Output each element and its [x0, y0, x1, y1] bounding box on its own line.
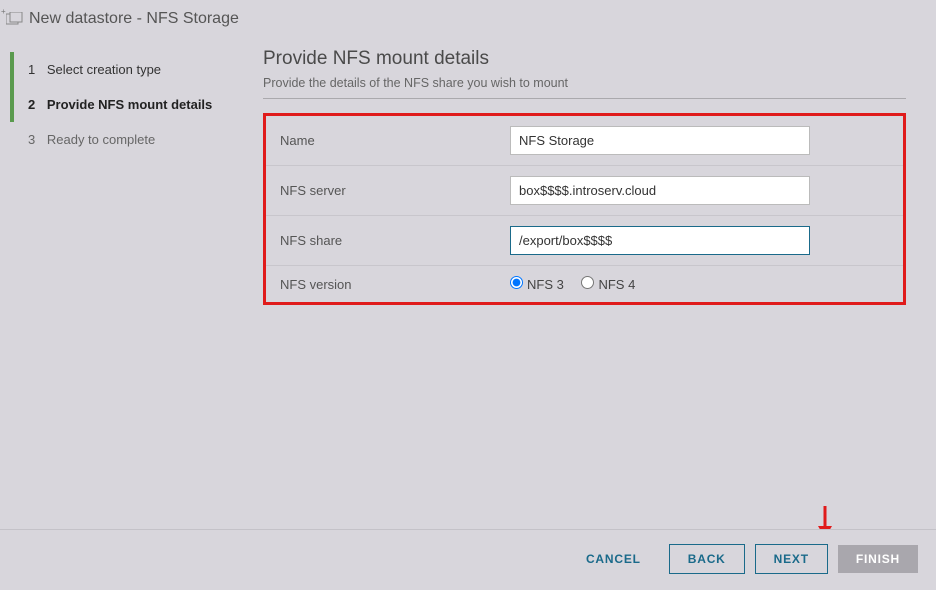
nfs-share-label: NFS share: [280, 233, 510, 248]
highlighted-form-area: Name NFS server NFS share NFS version: [263, 113, 906, 305]
cancel-button[interactable]: CANCEL: [568, 545, 659, 573]
datastore-icon: +: [6, 12, 23, 26]
back-button[interactable]: BACK: [669, 544, 745, 574]
step-number: 1: [28, 62, 35, 77]
nfs-share-input[interactable]: [510, 226, 810, 255]
step-number: 2: [28, 97, 35, 112]
nfs-version-4-option[interactable]: NFS 4: [581, 277, 635, 292]
divider: [263, 98, 906, 99]
main-panel: Provide NFS mount details Provide the de…: [243, 36, 926, 531]
section-heading: Provide NFS mount details: [263, 48, 906, 70]
step-provide-nfs-mount-details[interactable]: 2 Provide NFS mount details: [10, 87, 243, 122]
step-label: Provide NFS mount details: [47, 97, 212, 112]
step-label: Select creation type: [47, 62, 161, 77]
name-input[interactable]: [510, 126, 810, 155]
wizard-steps-sidebar: 1 Select creation type 2 Provide NFS mou…: [10, 36, 243, 531]
nfs-server-input[interactable]: [510, 176, 810, 205]
step-number: 3: [28, 132, 35, 147]
nfs-version-3-radio[interactable]: [510, 276, 523, 289]
step-label: Ready to complete: [47, 132, 155, 147]
name-label: Name: [280, 133, 510, 148]
next-button[interactable]: NEXT: [755, 544, 828, 574]
nfs-version-4-radio[interactable]: [581, 276, 594, 289]
section-subheading: Provide the details of the NFS share you…: [263, 76, 906, 90]
dialog-title: New datastore - NFS Storage: [29, 10, 239, 28]
dialog-titlebar: + New datastore - NFS Storage: [0, 0, 936, 36]
step-select-creation-type[interactable]: 1 Select creation type: [10, 52, 243, 87]
finish-button: FINISH: [838, 545, 918, 573]
nfs-version-label: NFS version: [280, 277, 510, 292]
nfs-version-3-option[interactable]: NFS 3: [510, 277, 567, 292]
nfs-server-label: NFS server: [280, 183, 510, 198]
dialog-footer: CANCEL BACK NEXT FINISH: [0, 529, 936, 590]
step-ready-to-complete[interactable]: 3 Ready to complete: [10, 122, 243, 157]
